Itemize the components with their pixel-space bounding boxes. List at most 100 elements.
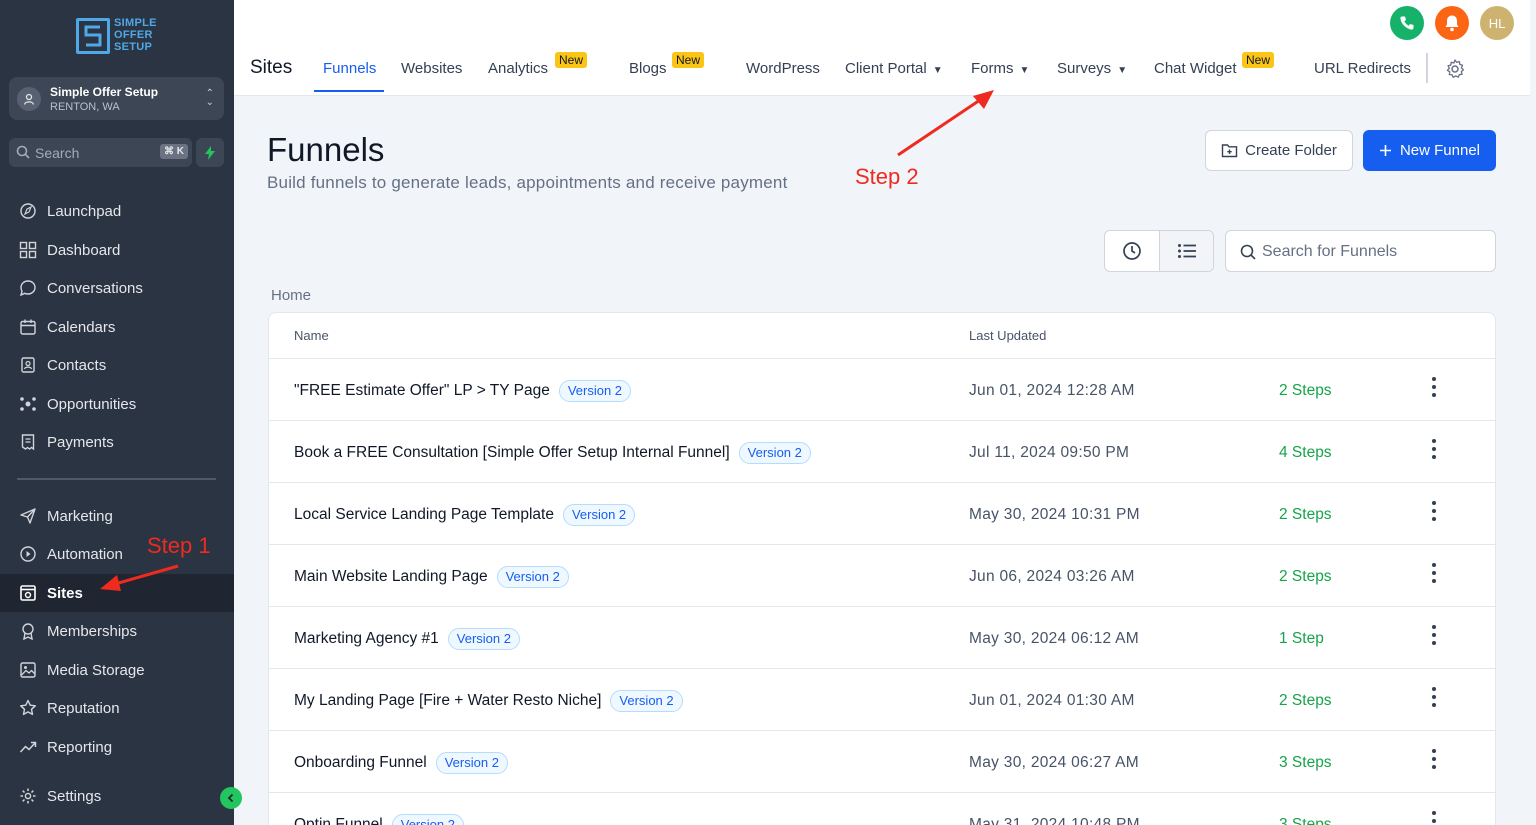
collapse-sidebar-button[interactable] [220, 787, 242, 809]
funnel-name[interactable]: Onboarding Funnel [294, 754, 427, 772]
more-options-icon[interactable] [1429, 377, 1439, 397]
chevron-left-icon [227, 793, 234, 803]
chat-icon [18, 278, 38, 298]
table-row[interactable]: Optin Funnel Version 2 May 31, 2024 10:48… [269, 793, 1495, 825]
recent-view-button[interactable] [1105, 231, 1159, 271]
sidebar-item-label: Contacts [47, 356, 107, 374]
tab-chat-widget[interactable]: Chat Widget [1154, 60, 1237, 77]
sidebar-item-label: Reputation [47, 699, 120, 717]
sidebar-item-memberships[interactable]: Memberships [0, 612, 234, 650]
sidebar-item-calendars[interactable]: Calendars [0, 308, 234, 346]
list-view-button[interactable] [1159, 231, 1213, 271]
steps-count[interactable]: 1 Step [1279, 630, 1324, 648]
page-title: Funnels [267, 131, 385, 168]
sidebar-item-marketing[interactable]: Marketing [0, 497, 234, 535]
tab-wordpress[interactable]: WordPress [746, 60, 820, 77]
steps-count[interactable]: 2 Steps [1279, 568, 1332, 586]
column-header-name[interactable]: Name [294, 328, 329, 343]
funnel-name[interactable]: Local Service Landing Page Template [294, 506, 554, 524]
quick-action-button[interactable] [196, 138, 224, 167]
sidebar-item-sites[interactable]: Sites [0, 574, 234, 612]
search-funnels-input[interactable]: Search for Funnels [1225, 230, 1496, 272]
phone-button[interactable] [1390, 6, 1424, 40]
funnel-name[interactable]: My Landing Page [Fire + Water Resto Nich… [294, 692, 601, 710]
funnel-name[interactable]: Book a FREE Consultation [Simple Offer S… [294, 444, 730, 462]
create-folder-button[interactable]: Create Folder [1205, 130, 1353, 171]
funnel-name-cell: My Landing Page [Fire + Water Resto Nich… [294, 690, 683, 712]
more-options-icon[interactable] [1429, 687, 1439, 707]
steps-count[interactable]: 3 Steps [1279, 816, 1332, 825]
tab-client-portal[interactable]: Client Portal ▼ [845, 60, 943, 77]
user-avatar[interactable]: HL [1480, 6, 1514, 40]
steps-count[interactable]: 4 Steps [1279, 444, 1332, 462]
opportunities-icon [18, 394, 38, 414]
tab-blogs[interactable]: Blogs [629, 60, 667, 77]
account-avatar-icon [17, 87, 41, 111]
sidebar-search[interactable]: Search ⌘ K [9, 138, 192, 167]
sidebar-item-reporting[interactable]: Reporting [0, 728, 234, 766]
tab-analytics[interactable]: Analytics [488, 60, 548, 77]
sidebar-item-launchpad[interactable]: Launchpad [0, 192, 234, 230]
version-badge: Version 2 [562, 504, 636, 526]
more-options-icon[interactable] [1429, 749, 1439, 769]
tab-url-redirects[interactable]: URL Redirects [1314, 60, 1411, 77]
table-row[interactable]: Onboarding Funnel Version 2 May 30, 2024 … [269, 731, 1495, 793]
version-badge: Version 2 [558, 380, 632, 402]
funnel-name[interactable]: Optin Funnel [294, 816, 383, 825]
more-options-icon[interactable] [1429, 501, 1439, 521]
funnel-name-cell: Book a FREE Consultation [Simple Offer S… [294, 442, 811, 464]
tab-forms[interactable]: Forms ▼ [971, 60, 1029, 77]
sites-icon [18, 583, 38, 603]
sidebar-item-contacts[interactable]: Contacts [0, 346, 234, 384]
more-options-icon[interactable] [1429, 439, 1439, 459]
version-badge: Version 2 [391, 814, 464, 825]
more-options-icon[interactable] [1429, 563, 1439, 583]
sidebar-item-settings[interactable]: Settings [0, 777, 234, 815]
table-row[interactable]: Book a FREE Consultation [Simple Offer S… [269, 421, 1495, 483]
sidebar-item-payments[interactable]: Payments [0, 423, 234, 461]
view-toggle [1104, 230, 1214, 272]
funnel-name[interactable]: Main Website Landing Page [294, 568, 488, 586]
sidebar-item-label: Dashboard [47, 241, 121, 259]
steps-count[interactable]: 2 Steps [1279, 382, 1332, 400]
more-options-icon[interactable] [1429, 625, 1439, 645]
funnel-name-cell: Marketing Agency #1 Version 2 [294, 628, 520, 650]
notifications-button[interactable] [1435, 6, 1469, 40]
logo[interactable]: SIMPLE OFFER SETUP [74, 16, 164, 58]
sidebar-divider [17, 478, 216, 480]
steps-count[interactable]: 3 Steps [1279, 754, 1332, 772]
sidebar: SIMPLE OFFER SETUP Simple Offer Setup RE… [0, 0, 234, 825]
new-funnel-button[interactable]: New Funnel [1363, 130, 1496, 171]
account-switcher[interactable]: Simple Offer Setup RENTON, WA ⌃ ⌄ [9, 77, 224, 120]
table-row[interactable]: Marketing Agency #1 Version 2 May 30, 202… [269, 607, 1495, 669]
table-row[interactable]: My Landing Page [Fire + Water Resto Nich… [269, 669, 1495, 731]
table-row[interactable]: Local Service Landing Page Template Versi… [269, 483, 1495, 545]
tab-funnels[interactable]: Funnels [323, 60, 376, 77]
chevron-down-icon: ▼ [932, 65, 943, 76]
sidebar-item-conversations[interactable]: Conversations [0, 269, 234, 307]
sidebar-item-reputation[interactable]: Reputation [0, 689, 234, 727]
sidebar-item-label: Calendars [47, 318, 116, 336]
search-icon [1240, 244, 1256, 260]
chevron-updown-icon: ⌃ ⌄ [205, 88, 214, 108]
steps-count[interactable]: 2 Steps [1279, 506, 1332, 524]
column-header-last-updated[interactable]: Last Updated [969, 328, 1046, 343]
funnel-name[interactable]: "FREE Estimate Offer" LP > TY Page [294, 382, 550, 400]
funnel-name[interactable]: Marketing Agency #1 [294, 630, 439, 648]
steps-count[interactable]: 2 Steps [1279, 692, 1332, 710]
table-row[interactable]: "FREE Estimate Offer" LP > TY Page Versio… [269, 359, 1495, 421]
sidebar-item-opportunities[interactable]: Opportunities [0, 385, 234, 423]
phone-icon [1400, 16, 1414, 30]
more-options-icon[interactable] [1429, 811, 1439, 825]
sidebar-item-media-storage[interactable]: Media Storage [0, 651, 234, 689]
tab-surveys[interactable]: Surveys ▼ [1057, 60, 1127, 77]
breadcrumb[interactable]: Home [271, 287, 311, 304]
table-row[interactable]: Main Website Landing Page Version 2 Jun 0… [269, 545, 1495, 607]
receipt-icon [18, 432, 38, 452]
rocket-icon [18, 201, 38, 221]
account-location: RENTON, WA [50, 101, 120, 113]
tab-websites[interactable]: Websites [401, 60, 462, 77]
sidebar-item-dashboard[interactable]: Dashboard [0, 231, 234, 269]
tab-label: Surveys [1057, 60, 1112, 77]
tabs-settings-button[interactable] [1444, 58, 1466, 85]
